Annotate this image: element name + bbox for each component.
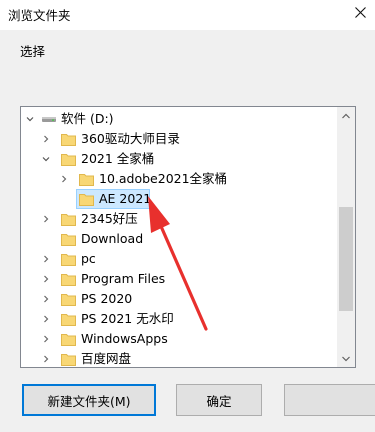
folder-icon xyxy=(79,174,94,186)
tree-item-label: WindowsApps xyxy=(81,331,168,346)
tree-item-folder[interactable]: 2021 全家桶 xyxy=(21,149,337,169)
folder-icon xyxy=(61,254,76,266)
chevron-right-icon[interactable] xyxy=(41,289,51,309)
tree-item-folder[interactable]: Program Files xyxy=(21,269,337,289)
tree-item-label: AE 2021 xyxy=(99,191,152,206)
folder-icon xyxy=(79,194,94,206)
chevron-down-icon xyxy=(342,356,350,361)
folder-icon xyxy=(61,234,76,246)
chevron-right-icon[interactable] xyxy=(41,209,51,229)
close-button[interactable] xyxy=(345,0,375,24)
tree-item-label: 360驱动大师目录 xyxy=(81,131,180,146)
folder-icon xyxy=(61,154,76,166)
scroll-up-arrow[interactable] xyxy=(337,107,355,124)
folder-icon xyxy=(61,274,76,286)
folder-icon xyxy=(61,334,76,346)
cancel-button[interactable] xyxy=(284,384,375,416)
chevron-right-icon[interactable] xyxy=(41,129,51,149)
tree-item-label: Download xyxy=(81,231,144,246)
tree-item-label: pc xyxy=(81,251,96,266)
chevron-right-icon[interactable] xyxy=(41,329,51,349)
ok-button[interactable]: 确定 xyxy=(176,384,262,416)
tree-viewport: 软件 (D:) 360驱动大师目录 2021 全家桶 10.adobe2021全… xyxy=(21,107,337,367)
chevron-right-icon[interactable] xyxy=(41,269,51,289)
close-icon xyxy=(354,6,366,18)
tree-item-label: 软件 (D:) xyxy=(61,111,114,126)
tree-item-folder[interactable]: 百度网盘 xyxy=(21,349,337,367)
instruction-text: 选择 xyxy=(20,44,46,59)
tree-item-folder[interactable]: 360驱动大师目录 xyxy=(21,129,337,149)
folder-icon xyxy=(61,354,76,366)
tree-item-label: PS 2020 xyxy=(81,291,133,306)
folder-icon xyxy=(61,314,76,326)
chevron-right-icon[interactable] xyxy=(59,169,69,189)
window-title: 浏览文件夹 xyxy=(8,8,71,23)
folder-icon xyxy=(61,214,76,226)
drive-icon xyxy=(41,113,57,125)
tree-item-label: 2345好压 xyxy=(81,211,138,226)
vertical-scrollbar[interactable] xyxy=(337,107,355,367)
tree-item-label: PS 2021 无水印 xyxy=(81,311,174,326)
tree-item-folder[interactable]: Download xyxy=(21,229,337,249)
chevron-down-icon[interactable] xyxy=(25,109,35,129)
folder-tree[interactable]: 软件 (D:) 360驱动大师目录 2021 全家桶 10.adobe2021全… xyxy=(20,106,356,368)
chevron-right-icon[interactable] xyxy=(41,309,51,329)
tree-item-label: 2021 全家桶 xyxy=(81,151,155,166)
chevron-right-icon[interactable] xyxy=(41,249,51,269)
tree-item-folder[interactable]: WindowsApps xyxy=(21,329,337,349)
tree-item-drive-d[interactable]: 软件 (D:) xyxy=(21,109,337,129)
tree-item-folder[interactable]: pc xyxy=(21,249,337,269)
chevron-right-icon[interactable] xyxy=(41,349,51,367)
tree-item-selected[interactable]: AE 2021 xyxy=(21,189,337,209)
tree-item-label: 10.adobe2021全家桶 xyxy=(99,171,228,186)
tree-item-folder[interactable]: 10.adobe2021全家桶 xyxy=(21,169,337,189)
folder-icon xyxy=(61,134,76,146)
new-folder-button[interactable]: 新建文件夹(M) xyxy=(22,384,156,416)
folder-icon xyxy=(61,294,76,306)
tree-item-label: Program Files xyxy=(81,271,166,286)
tree-item-folder[interactable]: PS 2021 无水印 xyxy=(21,309,337,329)
tree-item-label: 百度网盘 xyxy=(81,351,132,366)
chevron-down-icon[interactable] xyxy=(41,149,51,169)
scroll-down-arrow[interactable] xyxy=(337,350,355,367)
title-bar: 浏览文件夹 xyxy=(0,0,375,30)
chevron-up-icon xyxy=(342,113,350,118)
tree-item-folder[interactable]: 2345好压 xyxy=(21,209,337,229)
scrollbar-thumb[interactable] xyxy=(339,207,353,311)
tree-item-folder[interactable]: PS 2020 xyxy=(21,289,337,309)
